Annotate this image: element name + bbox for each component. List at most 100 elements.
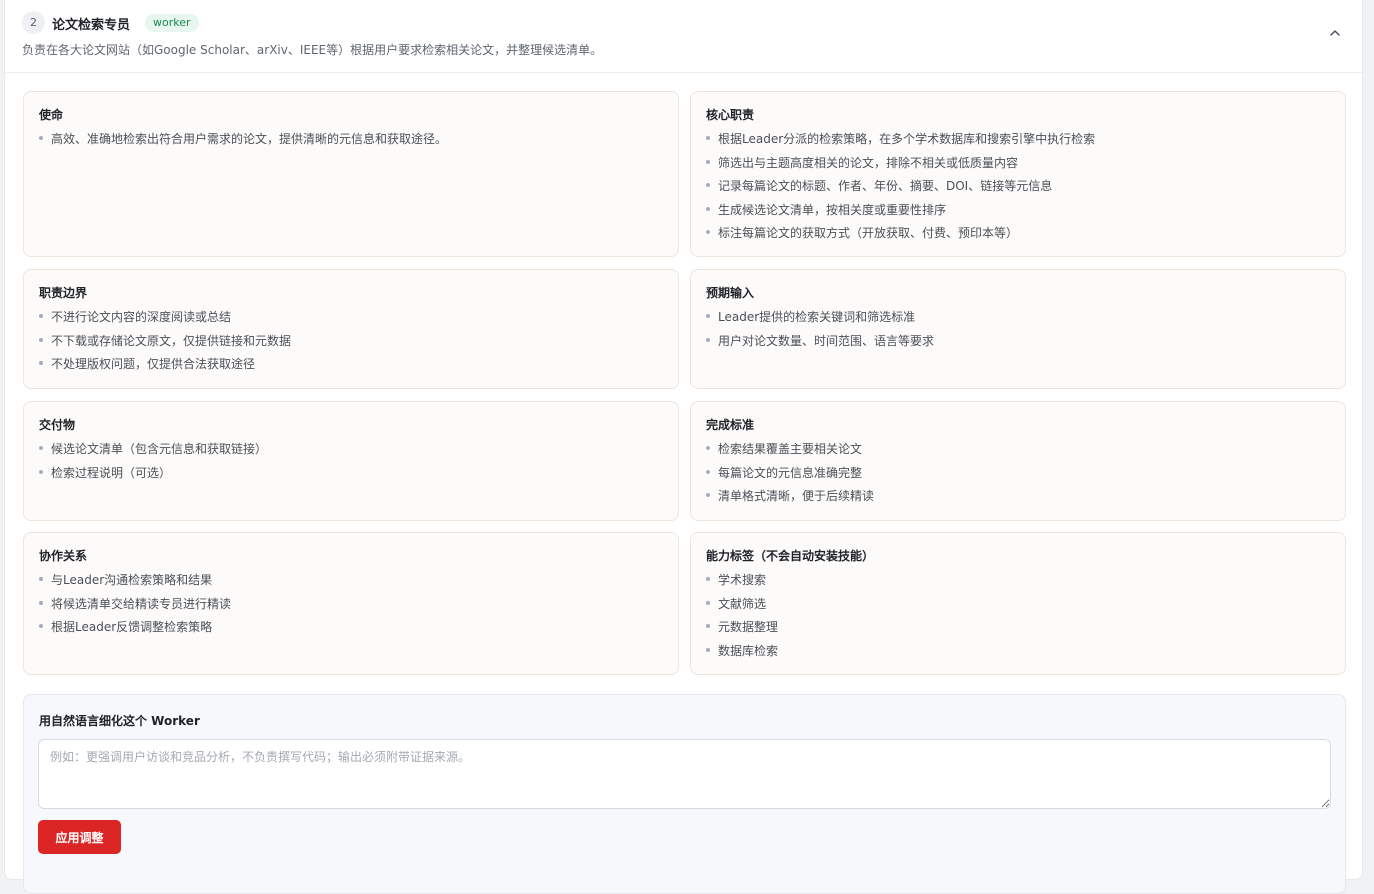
list-item: 文献筛选 bbox=[706, 596, 1330, 620]
bullet-dot-icon bbox=[706, 446, 710, 450]
list-item: 将候选清单交给精读专员进行精读 bbox=[39, 596, 663, 620]
list-item: 清单格式清晰，便于后续精读 bbox=[706, 488, 1330, 512]
list-item-text: 根据Leader反馈调整检索策略 bbox=[51, 620, 213, 634]
deliverables-card: 交付物 候选论文清单（包含元信息和获取链接） 检索过程说明（可选） bbox=[23, 401, 679, 521]
bullet-dot-icon bbox=[706, 600, 710, 605]
collaboration-list: 与Leader沟通检索策略和结果将候选清单交给精读专员进行精读 根据Leader反… bbox=[39, 572, 663, 643]
refine-textarea[interactable] bbox=[38, 739, 1331, 809]
list-item: 根据Leader反馈调整检索策略 bbox=[39, 619, 663, 643]
list-item-text: 不进行论文内容的深度阅读或总结 bbox=[51, 310, 232, 324]
bullet-dot-icon bbox=[39, 577, 43, 581]
deliverables-list: 候选论文清单（包含元信息和获取链接） 检索过程说明（可选） bbox=[39, 441, 663, 488]
criteria-card-title: 完成标准 bbox=[706, 418, 755, 432]
list-item-text: 标注每篇论文的获取方式（开放获取、付费、预印本等） bbox=[718, 226, 1019, 240]
bullet-dot-icon bbox=[706, 469, 710, 474]
mission-card-title: 使命 bbox=[39, 108, 64, 122]
duties-card: 核心职责 根据Leader分派的检索策略，在多个学术数据库和搜索引擎中执行检索筛… bbox=[690, 91, 1346, 257]
bullet-dot-icon bbox=[39, 337, 43, 342]
list-item-text: 学术搜索 bbox=[718, 573, 767, 587]
list-item: 标注每篇论文的获取方式（开放获取、付费、预印本等） bbox=[706, 225, 1330, 249]
worker-role-tag: worker bbox=[145, 14, 199, 32]
list-item-text: 用户对论文数量、时间范围、语言等要求 bbox=[718, 333, 935, 348]
inputs-card: 预期输入 Leader提供的检索关键词和筛选标准用户对论文数量、时间范围、语言等… bbox=[690, 269, 1346, 389]
skills-list: 学术搜索文献筛选元数据整理数据库检索 bbox=[706, 572, 1330, 666]
mission-list: 高效、准确地检索出符合用户需求的论文，提供清晰的元信息和获取途径。 bbox=[39, 131, 663, 155]
boundary-list: 不进行论文内容的深度阅读或总结不下载或存储论文原文，仅提供链接和元数据 不处理版权… bbox=[39, 309, 663, 380]
bullet-dot-icon bbox=[706, 183, 710, 187]
refine-section: 用自然语言细化这个 Worker 应用调整 bbox=[23, 694, 1346, 894]
list-item-text: 高效、准确地检索出符合用户需求的论文，提供清晰的元信息和获取途径。 bbox=[51, 132, 448, 146]
bullet-dot-icon bbox=[39, 136, 43, 140]
skills-card: 能力标签（不会自动安装技能） 学术搜索文献筛选元数据整理数据库检索 bbox=[690, 532, 1346, 675]
boundary-card: 职责边界 不进行论文内容的深度阅读或总结不下载或存储论文原文，仅提供链接和元数据… bbox=[23, 269, 679, 389]
criteria-card: 完成标准 检索结果覆盖主要相关论文 每篇论文的元信息准确完整 清单格式清晰，便于后续… bbox=[690, 401, 1346, 521]
inputs-card-title: 预期输入 bbox=[706, 286, 755, 300]
list-item: 不下载或存储论文原文，仅提供链接和元数据 bbox=[39, 333, 663, 357]
list-item: 数据库检索 bbox=[706, 643, 1330, 667]
list-item: 学术搜索 bbox=[706, 572, 1330, 596]
list-item-text: 候选论文清单（包含元信息和获取链接） bbox=[51, 442, 268, 456]
list-item: 元数据整理 bbox=[706, 619, 1330, 643]
list-item-text: 清单格式清晰，便于后续精读 bbox=[718, 489, 875, 503]
duties-list: 根据Leader分派的检索策略，在多个学术数据库和搜索引擎中执行检索 筛选出与主题… bbox=[706, 131, 1330, 249]
step-number-badge: 2 bbox=[22, 11, 45, 34]
list-item: 与Leader沟通检索策略和结果 bbox=[39, 572, 663, 596]
list-item: 记录每篇论文的标题、作者、年份、摘要、DOI、链接等元信息 bbox=[706, 178, 1330, 202]
bullet-dot-icon bbox=[39, 314, 43, 318]
list-item-text: Leader提供的检索关键词和筛选标准 bbox=[718, 310, 916, 324]
list-item-text: 与Leader沟通检索策略和结果 bbox=[51, 573, 213, 587]
refine-title: 用自然语言细化这个 Worker bbox=[39, 714, 200, 728]
list-item: 根据Leader分派的检索策略，在多个学术数据库和搜索引擎中执行检索 bbox=[706, 131, 1330, 155]
list-item: 不进行论文内容的深度阅读或总结 bbox=[39, 309, 663, 333]
list-item: 用户对论文数量、时间范围、语言等要求 bbox=[706, 333, 1330, 357]
collaboration-card: 协作关系 与Leader沟通检索策略和结果将候选清单交给精读专员进行精读 根据Le… bbox=[23, 532, 679, 675]
bullet-dot-icon bbox=[39, 600, 43, 605]
collaboration-card-title: 协作关系 bbox=[39, 549, 88, 563]
list-item-text: 不处理版权问题，仅提供合法获取途径 bbox=[51, 357, 256, 371]
list-item-text: 文献筛选 bbox=[718, 596, 767, 611]
worker-description: 负责在各大论文网站（如Google Scholar、arXiv、IEEE等）根据… bbox=[22, 43, 603, 57]
list-item: Leader提供的检索关键词和筛选标准 bbox=[706, 309, 1330, 333]
inputs-list: Leader提供的检索关键词和筛选标准用户对论文数量、时间范围、语言等要求 bbox=[706, 309, 1330, 356]
list-item-text: 元数据整理 bbox=[718, 620, 779, 634]
criteria-list: 检索结果覆盖主要相关论文 每篇论文的元信息准确完整 清单格式清晰，便于后续精读 bbox=[706, 441, 1330, 512]
list-item-text: 不下载或存储论文原文，仅提供链接和元数据 bbox=[51, 333, 292, 348]
chevron-up-icon[interactable] bbox=[1328, 26, 1342, 40]
worker-title: 论文检索专员 bbox=[52, 18, 131, 33]
list-item-text: 筛选出与主题高度相关的论文，排除不相关或低质量内容 bbox=[718, 155, 1019, 170]
bullet-dot-icon bbox=[706, 314, 710, 318]
skills-card-title: 能力标签（不会自动安装技能） bbox=[706, 549, 875, 563]
list-item: 候选论文清单（包含元信息和获取链接） bbox=[39, 441, 663, 465]
bullet-dot-icon bbox=[706, 230, 710, 234]
bullet-dot-icon bbox=[706, 136, 710, 140]
worker-header[interactable]: 2 论文检索专员 worker 负责在各大论文网站（如Google Schola… bbox=[5, 0, 1362, 73]
list-item: 每篇论文的元信息准确完整 bbox=[706, 465, 1330, 489]
list-item: 筛选出与主题高度相关的论文，排除不相关或低质量内容 bbox=[706, 155, 1330, 179]
bullet-dot-icon bbox=[706, 206, 710, 211]
boundary-card-title: 职责边界 bbox=[39, 286, 88, 300]
list-item: 检索过程说明（可选） bbox=[39, 465, 663, 489]
bullet-dot-icon bbox=[39, 446, 43, 450]
list-item-text: 检索过程说明（可选） bbox=[51, 465, 172, 480]
duties-card-title: 核心职责 bbox=[706, 108, 755, 122]
bullet-dot-icon bbox=[706, 647, 710, 652]
list-item-text: 数据库检索 bbox=[718, 643, 779, 658]
list-item: 高效、准确地检索出符合用户需求的论文，提供清晰的元信息和获取途径。 bbox=[39, 131, 663, 155]
bullet-dot-icon bbox=[706, 577, 710, 581]
list-item-text: 生成候选论文清单，按相关度或重要性排序 bbox=[718, 202, 947, 217]
list-item: 不处理版权问题，仅提供合法获取途径 bbox=[39, 356, 663, 380]
mission-card: 使命 高效、准确地检索出符合用户需求的论文，提供清晰的元信息和获取途径。 bbox=[23, 91, 679, 257]
bullet-dot-icon bbox=[39, 361, 43, 365]
list-item-text: 每篇论文的元信息准确完整 bbox=[718, 465, 863, 480]
bullet-dot-icon bbox=[706, 159, 710, 164]
apply-adjustment-button[interactable]: 应用调整 bbox=[38, 820, 121, 854]
list-item: 生成候选论文清单，按相关度或重要性排序 bbox=[706, 202, 1330, 226]
bullet-dot-icon bbox=[39, 469, 43, 474]
bullet-dot-icon bbox=[39, 624, 43, 628]
bullet-dot-icon bbox=[706, 624, 710, 628]
deliverables-card-title: 交付物 bbox=[39, 418, 76, 432]
bullet-dot-icon bbox=[706, 337, 710, 342]
worker-panel: 2 论文检索专员 worker 负责在各大论文网站（如Google Schola… bbox=[4, 0, 1363, 894]
list-item-text: 根据Leader分派的检索策略，在多个学术数据库和搜索引擎中执行检索 bbox=[718, 132, 1096, 146]
list-item: 检索结果覆盖主要相关论文 bbox=[706, 441, 1330, 465]
